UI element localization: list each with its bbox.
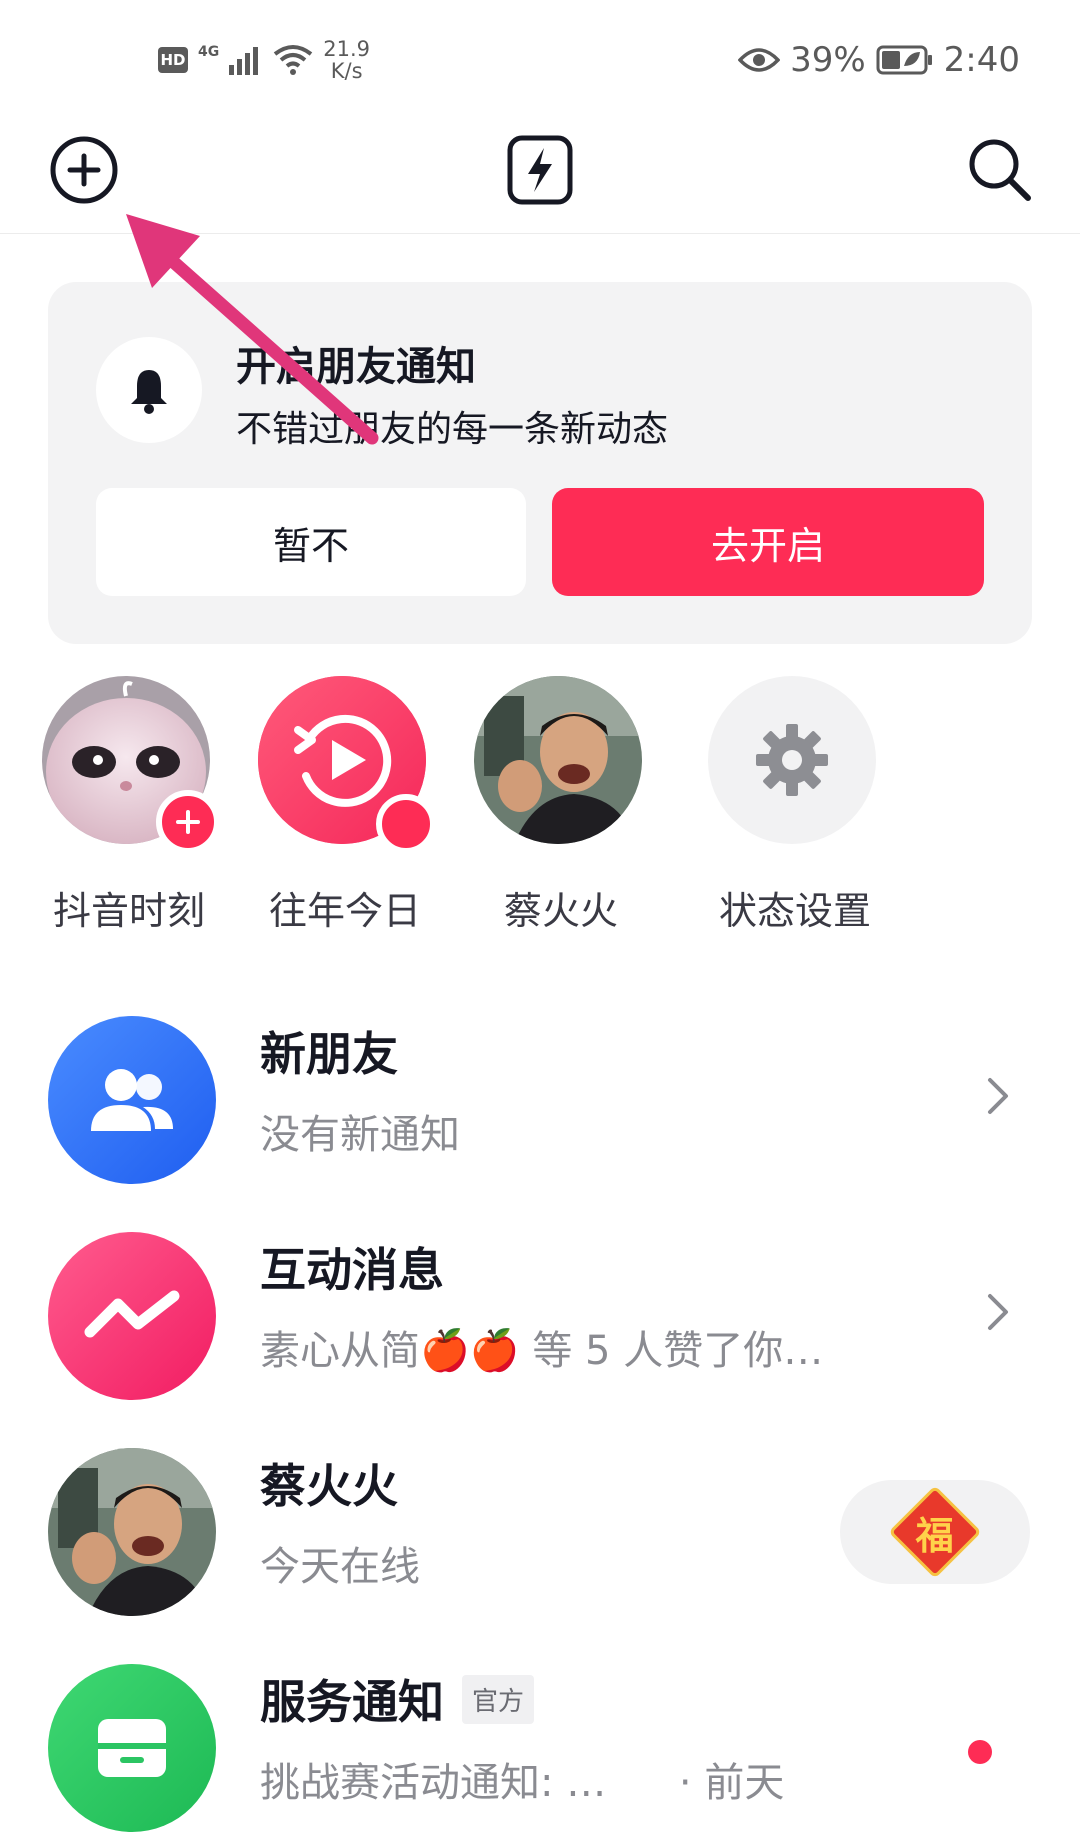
title-text: 蔡火火	[260, 1459, 398, 1513]
flash-button[interactable]	[500, 130, 580, 210]
story-label: 往年今日	[268, 889, 421, 933]
interactions-avatar	[48, 1232, 216, 1400]
message-row-service[interactable]: 服务通知 官方 挑战赛活动通知: … · 前天	[0, 1648, 1080, 1838]
message-subtitle: 今天在线	[260, 1544, 420, 1590]
message-subtitle: 素心从简🍎🍎 等 5 人赞了你…	[260, 1328, 824, 1374]
subtitle-text: 挑战赛活动通知: …	[260, 1760, 607, 1806]
status-left: HD 4G 21.9 K/s	[158, 38, 370, 82]
search-button[interactable]	[960, 130, 1040, 210]
add-friend-button[interactable]	[44, 130, 124, 210]
user-avatar	[48, 1448, 216, 1616]
chevron-right-icon	[988, 1294, 1008, 1330]
eye-icon	[738, 48, 781, 72]
story-label: 状态设置	[718, 889, 871, 933]
title-text: 新朋友	[260, 1027, 398, 1081]
clock: 2:40	[943, 40, 1020, 80]
enable-button[interactable]: 去开启	[552, 488, 984, 596]
hd-badge: HD	[158, 47, 188, 73]
new-dot-badge	[376, 794, 436, 854]
search-icon	[969, 139, 1031, 201]
story-label: 抖音时刻	[52, 889, 205, 933]
users-icon	[91, 1069, 173, 1131]
message-time: · 前天	[678, 1760, 785, 1806]
network-type: 4G	[198, 44, 220, 60]
wifi-icon	[274, 45, 313, 75]
service-avatar	[48, 1664, 216, 1832]
chevron-right-icon	[988, 1078, 1008, 1114]
friend-notification-card: 开启朋友通知 不错过朋友的每一条新动态 暂不 去开启	[48, 282, 1032, 644]
message-subtitle: 挑战赛活动通知: … · 前天	[260, 1750, 784, 1808]
message-row-interactions[interactable]: 互动消息 素心从简🍎🍎 等 5 人赞了你…	[0, 1216, 1080, 1416]
inbox-icon	[98, 1719, 166, 1777]
speed-value: 21.9	[323, 37, 370, 61]
fu-character: 福	[915, 1512, 955, 1558]
status-right: 39% 2:40	[738, 40, 1020, 80]
message-title: 新朋友	[260, 1018, 398, 1084]
lightning-icon	[507, 135, 573, 205]
official-tag: 官方	[462, 1674, 535, 1724]
battery-icon	[876, 45, 932, 75]
title-text: 互动消息	[260, 1243, 444, 1297]
top-nav	[0, 118, 1080, 234]
add-story-badge	[156, 790, 220, 854]
status-bar: HD 4G 21.9 K/s 39% 2:40	[0, 0, 1080, 110]
message-subtitle: 没有新通知	[260, 1112, 460, 1158]
plus-icon	[176, 810, 200, 834]
gear-icon	[756, 724, 828, 796]
fu-badge-icon: 福	[888, 1485, 982, 1579]
unread-dot	[968, 1740, 992, 1764]
signal-icon	[229, 47, 259, 75]
notification-subtitle: 不错过朋友的每一条新动态	[236, 409, 669, 450]
user-avatar	[474, 676, 642, 844]
settings-avatar	[708, 676, 876, 844]
message-row-new-friends[interactable]: 新朋友 没有新通知	[0, 1000, 1080, 1200]
bell-icon	[131, 370, 167, 414]
title-text: 服务通知	[260, 1675, 444, 1729]
notification-title: 开启朋友通知	[236, 344, 476, 390]
network-speed: 21.9 K/s	[323, 38, 370, 82]
speed-unit: K/s	[330, 59, 363, 83]
message-title: 服务通知 官方	[260, 1666, 535, 1732]
zigzag-icon	[84, 1290, 180, 1338]
not-now-button[interactable]: 暂不	[96, 488, 526, 596]
plus-circle-icon	[50, 136, 118, 204]
bell-badge	[96, 337, 202, 443]
message-title: 蔡火火	[260, 1450, 398, 1516]
new-friends-avatar	[48, 1016, 216, 1184]
story-label: 蔡火火	[503, 889, 618, 933]
fu-sticker-button[interactable]: 福	[840, 1480, 1030, 1584]
battery-percent: 39%	[790, 40, 866, 80]
message-row-cai-huohuo[interactable]: 蔡火火 今天在线 福	[0, 1432, 1080, 1632]
message-title: 互动消息	[260, 1234, 444, 1300]
